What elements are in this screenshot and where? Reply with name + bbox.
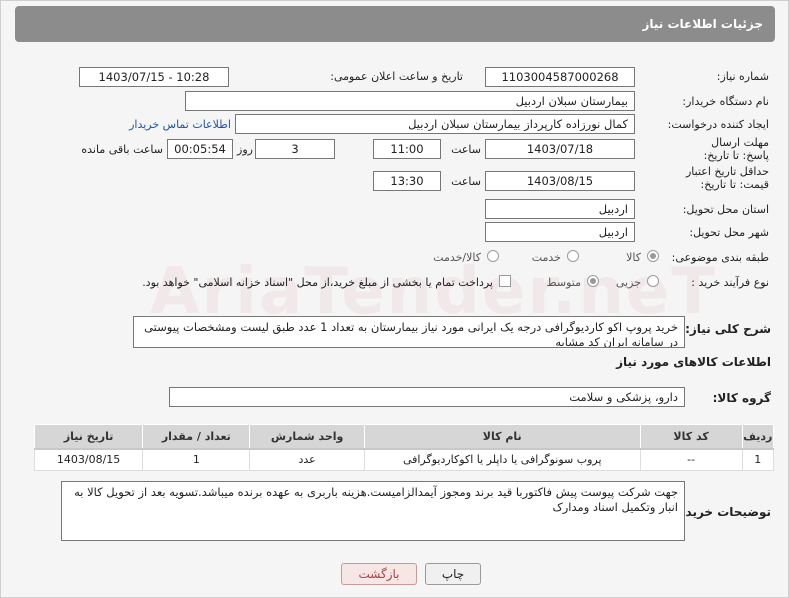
requester-field: کمال نورزاده کارپرداز بیمارستان سبلان ار… <box>235 114 635 134</box>
buyer-org-label: نام دستگاه خریدار: <box>682 95 769 108</box>
cell-qty: 1 <box>142 448 251 471</box>
col-row: ردیف <box>741 424 775 450</box>
cell-row: 1 <box>741 448 775 471</box>
description-text: خرید پروپ اکو کاردیوگرافی درجه یک ایرانی… <box>133 316 685 348</box>
goods-table-header: ردیف کد کالا نام کالا واحد شمارش تعداد /… <box>33 424 775 450</box>
purchase-option-minor: جزیی <box>615 276 641 289</box>
treasury-payment-checkbox[interactable] <box>499 275 511 287</box>
time-remaining-field: 00:05:54 <box>167 139 233 159</box>
deadline-time-field: 11:00 <box>373 139 441 159</box>
col-code: کد کالا <box>639 424 743 450</box>
validity-time-label: ساعت <box>451 175 481 188</box>
days-remaining-field: 3 <box>255 139 335 159</box>
category-option-goods: کالا <box>626 251 641 264</box>
category-radio-goods[interactable] <box>647 250 659 262</box>
purchase-option-medium: متوسط <box>546 276 581 289</box>
back-button[interactable]: بازگشت <box>341 563 417 585</box>
remaining-label: ساعت باقی مانده <box>81 143 163 156</box>
buyer-notes-text: جهت شرکت پیوست پیش فاکتوربا قید برند ومج… <box>61 481 685 541</box>
validity-date-field: 1403/08/15 <box>485 171 635 191</box>
deadline-time-label: ساعت <box>451 143 481 156</box>
province-field: اردبیل <box>485 199 635 219</box>
need-number-field: 1103004587000268 <box>485 67 635 87</box>
treasury-payment-note: پرداخت تمام یا بخشی از مبلغ خرید،از محل … <box>142 276 493 289</box>
purchase-radio-minor[interactable] <box>647 275 659 287</box>
cell-unit: عدد <box>249 448 365 471</box>
city-label: شهر محل تحویل: <box>689 226 769 239</box>
print-button[interactable]: چاپ <box>425 563 481 585</box>
table-row: 1 -- پروب سونوگرافی یا داپلر یا اکوکاردی… <box>33 448 775 471</box>
city-field: اردبیل <box>485 222 635 242</box>
deadline-label: مهلت ارسال پاسخ: تا تاریخ: <box>703 136 769 162</box>
category-label: طبقه بندی موضوعی: <box>671 251 769 264</box>
goods-group-field: دارو، پزشکی و سلامت <box>169 387 685 407</box>
purchase-radio-medium[interactable] <box>587 275 599 287</box>
col-date: تاریخ نیاز <box>33 424 144 450</box>
validity-time-field: 13:30 <box>373 171 441 191</box>
col-qty: تعداد / مقدار <box>142 424 251 450</box>
goods-table: ردیف کد کالا نام کالا واحد شمارش تعداد /… <box>33 424 775 471</box>
goods-group-label: گروه کالا: <box>712 391 771 405</box>
category-radio-goods-service[interactable] <box>487 250 499 262</box>
col-name: نام کالا <box>363 424 641 450</box>
category-radio-service[interactable] <box>567 250 579 262</box>
category-option-service: خدمت <box>531 251 561 264</box>
deadline-date-field: 1403/07/18 <box>485 139 635 159</box>
description-label: شرح کلی نیاز: <box>685 322 771 336</box>
cell-name: پروب سونوگرافی یا داپلر یا اکوکاردیوگراف… <box>363 448 641 471</box>
announce-label: تاریخ و ساعت اعلان عمومی: <box>330 70 463 83</box>
buyer-org-field: بیمارستان سبلان اردبیل <box>185 91 635 111</box>
cell-date: 1403/08/15 <box>33 448 144 471</box>
cell-code: -- <box>639 448 743 471</box>
price-validity-label: حداقل تاریخ اعتبار قیمت: تا تاریخ: <box>685 165 769 191</box>
col-unit: واحد شمارش <box>249 424 365 450</box>
page-title: جزئیات اطلاعات نیاز <box>15 6 775 42</box>
announce-field: 1403/07/15 - 10:28 <box>79 67 229 87</box>
requester-label: ایجاد کننده درخواست: <box>667 118 769 131</box>
purchase-type-label: نوع فرآیند خرید : <box>691 276 769 289</box>
buyer-contact-link[interactable]: اطلاعات تماس خریدار <box>129 118 231 131</box>
category-option-goods-service: کالا/خدمت <box>433 251 481 264</box>
province-label: استان محل تحویل: <box>682 203 769 216</box>
need-number-label: شماره نیاز: <box>716 70 769 83</box>
goods-section-title: اطلاعات کالاهای مورد نیاز <box>616 355 771 369</box>
